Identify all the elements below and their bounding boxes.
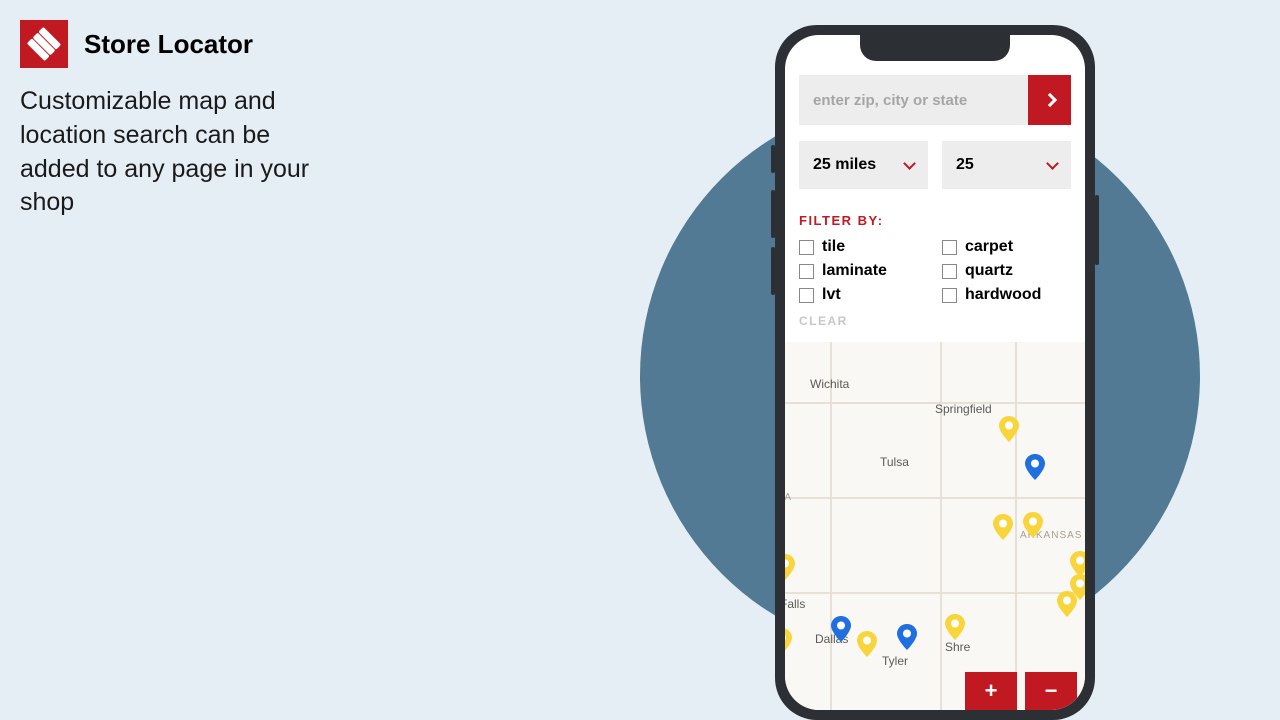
phone-mockup: 25 miles 25 FILTER BY: tile carpet lamin… — [775, 25, 1095, 720]
filter-quartz[interactable]: quartz — [942, 262, 1071, 280]
map-pin-icon[interactable] — [945, 614, 965, 640]
app-title: Store Locator — [84, 29, 253, 60]
search-input[interactable] — [799, 75, 1028, 125]
city-label: Falls — [785, 597, 805, 611]
filter-lvt[interactable]: lvt — [799, 286, 928, 304]
map-pin-icon[interactable] — [897, 624, 917, 650]
chevron-right-icon — [1042, 93, 1056, 107]
radius-value: 25 miles — [813, 156, 876, 174]
map-pin-icon[interactable] — [993, 514, 1013, 540]
city-label: Springfield — [935, 402, 992, 416]
filter-laminate[interactable]: laminate — [799, 262, 928, 280]
filter-tile[interactable]: tile — [799, 238, 928, 256]
city-label: Wichita — [810, 377, 849, 391]
city-label: Shre — [945, 640, 970, 654]
map-pin-icon[interactable] — [785, 554, 795, 580]
map-pin-icon[interactable] — [785, 628, 792, 654]
chevron-down-icon — [1046, 157, 1059, 170]
radius-select[interactable]: 25 miles — [799, 141, 928, 189]
filter-carpet[interactable]: carpet — [942, 238, 1071, 256]
app-logo — [20, 20, 68, 68]
map-pin-icon[interactable] — [831, 616, 851, 642]
city-label: Tyler — [882, 654, 908, 668]
search-button[interactable] — [1028, 75, 1071, 125]
results-select[interactable]: 25 — [942, 141, 1071, 189]
filter-title: FILTER BY: — [799, 213, 1071, 228]
zoom-out-button[interactable]: − — [1025, 672, 1077, 710]
app-description: Customizable map and location search can… — [20, 85, 340, 220]
filter-hardwood[interactable]: hardwood — [942, 286, 1071, 304]
zoom-in-button[interactable]: + — [965, 672, 1017, 710]
map-pin-icon[interactable] — [999, 416, 1019, 442]
map-view[interactable]: Wichita Springfield Tulsa Falls Dallas T… — [785, 342, 1085, 710]
city-label: Tulsa — [880, 455, 909, 469]
state-label: MA — [785, 492, 792, 503]
filter-group: tile carpet laminate quartz lvt hardwood — [799, 238, 1071, 304]
results-value: 25 — [956, 156, 974, 174]
map-pin-icon[interactable] — [1023, 512, 1043, 538]
clear-filters-button[interactable]: CLEAR — [799, 314, 1071, 328]
map-pin-icon[interactable] — [1025, 454, 1045, 480]
chevron-down-icon — [903, 157, 916, 170]
map-pin-icon[interactable] — [1070, 574, 1085, 600]
map-pin-icon[interactable] — [857, 631, 877, 657]
